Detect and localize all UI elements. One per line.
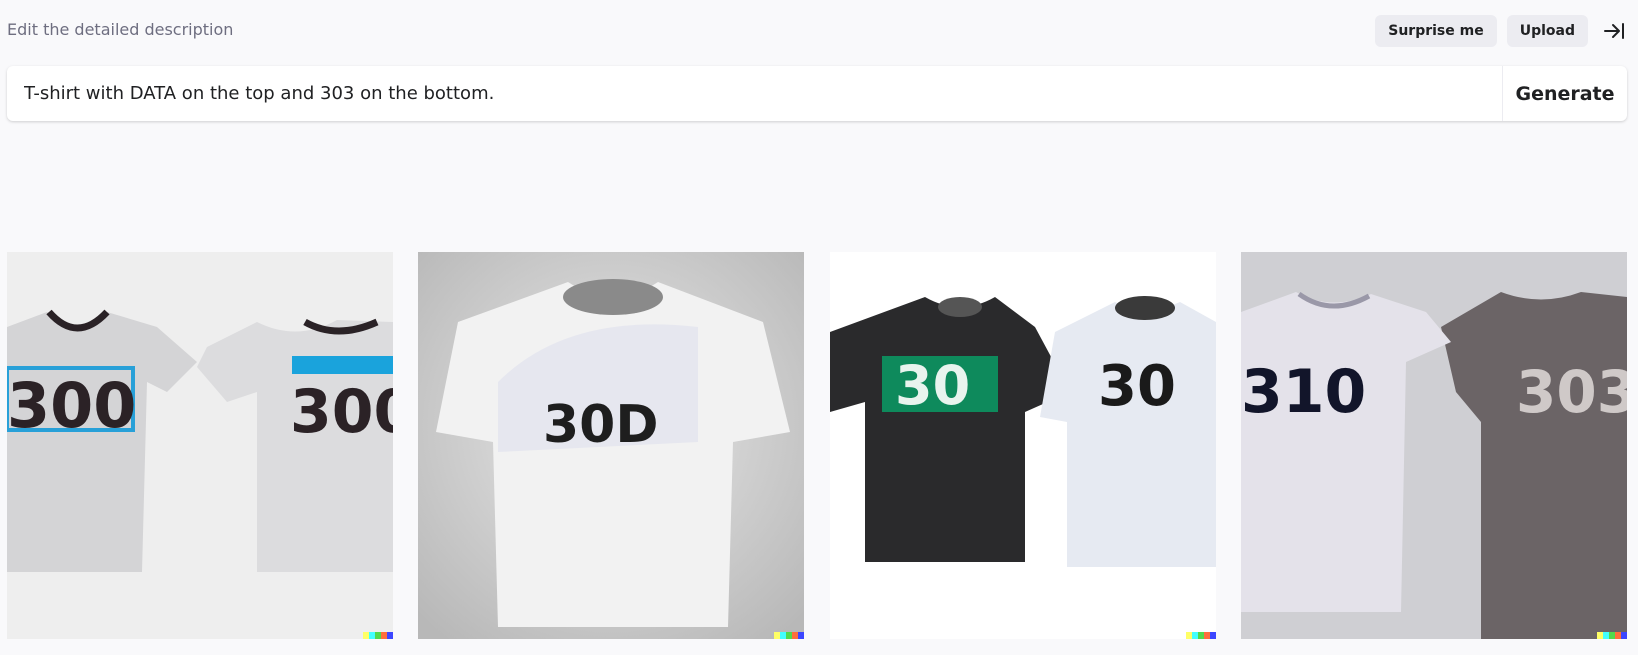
signature-watermark — [1597, 632, 1627, 639]
shirt-text: 303 — [1516, 358, 1627, 426]
surprise-me-button[interactable]: Surprise me — [1375, 15, 1497, 47]
signature-watermark — [774, 632, 804, 639]
result-image[interactable]: 300 300 — [7, 252, 393, 639]
shirt-text: 300 — [7, 369, 136, 442]
arrow-to-right-icon — [1604, 23, 1624, 39]
prompt-bar: Generate — [7, 66, 1627, 121]
collapse-button[interactable] — [1598, 15, 1630, 47]
results-grid: 300 300 30D — [7, 252, 1627, 639]
prompt-input[interactable] — [7, 66, 1502, 121]
prompt-label: Edit the detailed description — [7, 20, 234, 39]
signature-watermark — [363, 632, 393, 639]
upload-button[interactable]: Upload — [1506, 15, 1588, 47]
result-image[interactable]: 303 310 — [1241, 252, 1627, 639]
shirt-text: 300 — [290, 377, 393, 447]
header: Edit the detailed description Surprise m… — [0, 0, 1638, 60]
generate-button[interactable]: Generate — [1502, 66, 1627, 121]
result-image[interactable]: 30D — [418, 252, 804, 639]
signature-watermark — [1186, 632, 1216, 639]
shirt-text: 30 — [1098, 354, 1176, 419]
result-image[interactable]: 30 30 — [830, 252, 1216, 639]
shirt-text: 30 — [895, 354, 970, 417]
shirt-text: 30D — [543, 395, 659, 455]
header-actions: Surprise me Upload — [1375, 15, 1630, 47]
shirt-text: 310 — [1241, 357, 1366, 427]
